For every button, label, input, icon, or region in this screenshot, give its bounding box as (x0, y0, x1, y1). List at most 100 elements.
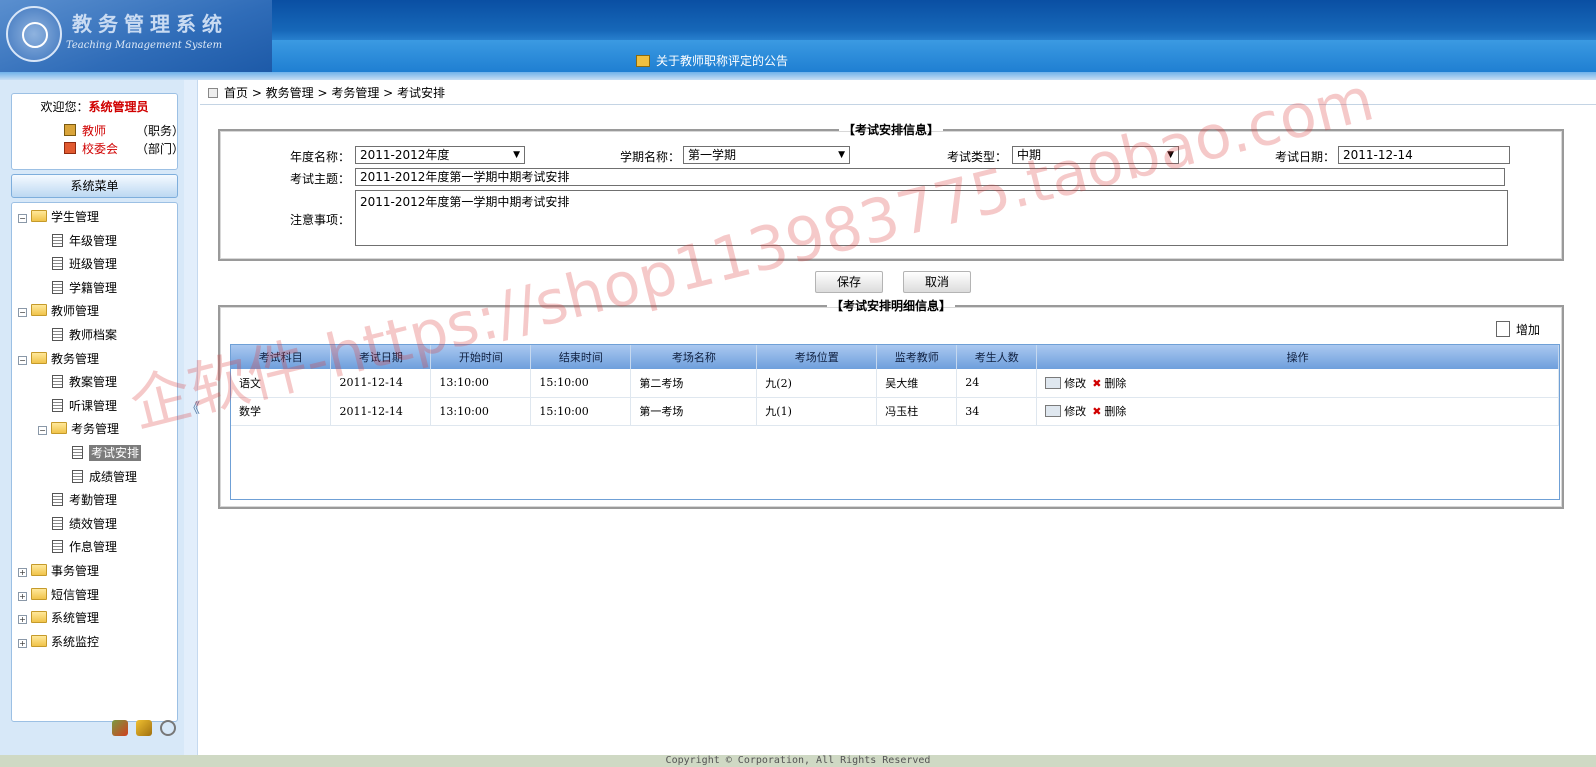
tree-item[interactable]: − 教务管理 (18, 349, 99, 369)
tree-item-label[interactable]: 教师档案 (69, 328, 117, 342)
tree-item-label[interactable]: 作息管理 (69, 540, 117, 554)
table-cell: 2011-12-14 (330, 369, 432, 398)
cancel-button[interactable]: 取消 (903, 271, 971, 293)
tree-item[interactable]: 教案管理 (38, 372, 117, 392)
notes-textarea[interactable]: 2011-2012年度第一学期中期考试安排 (355, 190, 1508, 246)
type-select[interactable]: 中期 ▼ (1012, 146, 1179, 164)
date-field[interactable]: 2011-12-14 (1338, 146, 1510, 164)
welcome-box: 欢迎您：系统管理员 教师 （职务） 校委会 （部门） (11, 93, 184, 170)
tree-item[interactable]: 学籍管理 (38, 278, 117, 298)
folder-icon (31, 634, 47, 647)
tree-item[interactable]: + 事务管理 (18, 561, 99, 581)
tree-item-label[interactable]: 学生管理 (51, 210, 99, 224)
table-row: 数学 2011-12-14 13:10:00 15:10:00 第一考场 九(1) 冯玉柱 3… (231, 397, 1559, 426)
document-icon (52, 516, 63, 530)
tree-item-label[interactable]: 班级管理 (69, 257, 117, 271)
tree-item[interactable]: + 系统管理 (18, 608, 99, 628)
add-button[interactable]: 增加 (1496, 321, 1540, 339)
delete-button[interactable]: ✖ 删除 (1092, 375, 1126, 391)
announcement-link[interactable]: 关于教师职称评定的公告 (636, 52, 788, 69)
tree-item-label[interactable]: 考务管理 (71, 422, 119, 436)
expand-toggle-icon[interactable]: + (18, 615, 27, 625)
table-cell: 数学 (231, 397, 332, 426)
dept-desc: （部门） (136, 142, 185, 156)
column-header: 考场位置 (756, 345, 878, 369)
system-subtitle: Teaching Management System (66, 40, 223, 51)
edit-label: 修改 (1064, 405, 1087, 418)
column-header: 监考教师 (876, 345, 958, 369)
folder-icon (31, 304, 47, 317)
year-select-value: 2011-2012年度 (360, 148, 450, 162)
tree-item-label[interactable]: 系统监控 (51, 635, 99, 649)
tree-item-label[interactable]: 教师管理 (51, 304, 99, 318)
collapse-toggle-icon[interactable]: − (18, 214, 27, 223)
top-header: 教务管理系统 Teaching Management System 关于教师职称… (0, 0, 1596, 80)
tree-item-label[interactable]: 年级管理 (69, 234, 117, 248)
gear-icon[interactable] (160, 720, 176, 736)
breadcrumb-arrow-icon (208, 88, 218, 98)
column-header: 考试科目 (231, 345, 332, 369)
expand-toggle-icon[interactable]: + (18, 568, 27, 577)
chevron-down-icon: ▼ (1167, 150, 1174, 160)
tree-item-label[interactable]: 短信管理 (51, 588, 99, 602)
tree-item[interactable]: 绩效管理 (38, 514, 117, 534)
role-name: 教师 (82, 124, 107, 138)
tree-item-label[interactable]: 系统管理 (51, 611, 99, 625)
tree-item-label[interactable]: 成绩管理 (89, 470, 137, 484)
tree-item-label[interactable]: 听课管理 (69, 399, 117, 413)
tree-item[interactable]: 教师档案 (38, 325, 117, 345)
tree-item[interactable]: + 系统监控 (18, 632, 99, 652)
collapse-toggle-icon[interactable]: − (18, 355, 27, 365)
term-select[interactable]: 第一学期 ▼ (683, 146, 850, 164)
edit-button[interactable]: 修改 (1045, 403, 1086, 419)
tree-item[interactable]: 年级管理 (38, 231, 117, 251)
tree-item-label[interactable]: 教案管理 (69, 375, 117, 389)
tree-item-label[interactable]: 事务管理 (51, 564, 99, 578)
collapse-arrow-icon[interactable]: 《 (186, 398, 200, 418)
school-emblem-icon (6, 6, 62, 62)
table-cell: 吴大维 (876, 369, 958, 398)
tree-item[interactable]: 考试安排 (58, 443, 142, 463)
tree-item[interactable]: + 短信管理 (18, 585, 99, 605)
column-header: 操作 (1036, 345, 1559, 369)
tree-item-label[interactable]: 考试安排 (89, 445, 142, 461)
sidebar-splitter[interactable]: 《 (184, 80, 200, 755)
tree-item[interactable]: 听课管理 (38, 396, 117, 416)
document-icon (52, 493, 63, 507)
folder-icon (31, 564, 47, 576)
expand-toggle-icon[interactable]: + (18, 638, 27, 648)
edit-button[interactable]: 修改 (1045, 375, 1086, 391)
expand-toggle-icon[interactable]: + (18, 591, 27, 601)
tree-item-label[interactable]: 考勤管理 (69, 493, 117, 507)
logout-user-icon[interactable] (112, 720, 128, 736)
collapse-toggle-icon[interactable]: − (38, 426, 47, 436)
table-cell: 13:10:00 (430, 369, 532, 398)
tree-item[interactable]: 成绩管理 (58, 467, 137, 487)
tree-item[interactable]: 班级管理 (38, 254, 117, 274)
save-button[interactable]: 保存 (815, 271, 883, 293)
breadcrumb-text: 首页 > 教务管理 > 考务管理 > 考试安排 (224, 86, 446, 100)
tree-item[interactable]: − 教师管理 (18, 301, 99, 321)
tree-item[interactable]: − 考务管理 (38, 419, 119, 439)
collapse-toggle-icon[interactable]: − (18, 308, 27, 318)
menu-header[interactable]: 系统菜单 (11, 174, 178, 198)
breadcrumb: 首页 > 教务管理 > 考务管理 > 考试安排 (208, 84, 445, 102)
key-icon[interactable] (136, 720, 152, 736)
tree-item-label[interactable]: 绩效管理 (69, 517, 117, 531)
topic-field[interactable]: 2011-2012年度第一学期中期考试安排 (355, 168, 1505, 186)
type-select-value: 中期 (1017, 148, 1042, 162)
column-header: 结束时间 (530, 345, 632, 369)
tree-item[interactable]: 作息管理 (38, 537, 117, 557)
sidebar-tools (112, 720, 184, 740)
year-select[interactable]: 2011-2012年度 ▼ (355, 146, 525, 164)
table-cell: 九(2) (756, 369, 878, 398)
tree-item-label[interactable]: 学籍管理 (69, 281, 117, 295)
tree-item[interactable]: − 学生管理 (18, 207, 99, 227)
announcement-text[interactable]: 关于教师职称评定的公告 (656, 54, 788, 68)
tree-item-label[interactable]: 教务管理 (51, 352, 99, 366)
exam-detail-table: 考试科目 考试日期 开始时间 结束时间 考场名称 考场位置 监考教师 考生人数 操作 语文 201… (231, 345, 1559, 426)
delete-button[interactable]: ✖ 删除 (1092, 403, 1126, 419)
system-title: 教务管理系统 (72, 12, 228, 36)
tree-item[interactable]: 考勤管理 (38, 490, 117, 510)
term-label: 学期名称： (620, 150, 681, 164)
